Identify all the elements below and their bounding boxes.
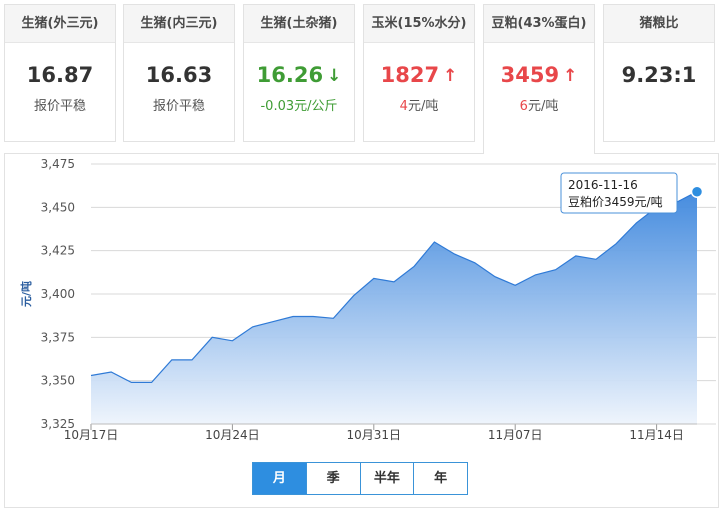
card-title: 玉米(15%水分) — [364, 5, 474, 43]
y-tick-label: 3,375 — [41, 330, 75, 344]
area-chart: 3,3253,3503,3753,4003,4253,4503,475元/吨10… — [19, 157, 716, 442]
arrow-up-icon: ↑ — [443, 66, 458, 86]
price-card-3[interactable]: 玉米(15%水分) 1827 ↑ 4元/吨 — [363, 4, 475, 142]
price-card-1[interactable]: 生猪(内三元) 16.63 报价平稳 — [123, 4, 235, 142]
tab-1[interactable]: 季 — [307, 463, 361, 494]
card-price: 1827 ↑ — [364, 61, 474, 89]
card-price: 16.63 — [124, 61, 234, 89]
highlight-point[interactable] — [690, 185, 704, 198]
arrow-down-icon: ↓ — [327, 66, 342, 86]
card-change: -0.03元/公斤 — [260, 99, 338, 114]
card-change-value: 4 — [399, 99, 408, 114]
y-tick-label: 3,450 — [41, 200, 75, 214]
card-price-value: 9.23:1 — [621, 63, 697, 87]
x-tick-label: 11月14日 — [629, 428, 684, 442]
y-tick-label: 3,475 — [41, 157, 75, 171]
card-title: 猪粮比 — [604, 5, 714, 43]
card-change: 报价平稳 — [152, 99, 205, 114]
arrow-up-icon: ↑ — [563, 66, 578, 86]
card-price: 3459 ↑ — [484, 61, 594, 89]
price-card-0[interactable]: 生猪(外三元) 16.87 报价平稳 — [4, 4, 116, 142]
y-tick-label: 3,350 — [41, 374, 75, 388]
period-tabs: 月季半年年 — [252, 462, 468, 495]
card-price-value: 3459 — [500, 63, 560, 87]
y-tick-label: 3,425 — [41, 244, 75, 258]
x-tick-label: 10月24日 — [205, 428, 260, 442]
card-change: 4元/吨 — [364, 95, 474, 114]
card-price: 9.23:1 — [604, 61, 714, 89]
card-price-value: 16.26 — [256, 63, 324, 87]
x-tick-label: 11月07日 — [488, 428, 543, 442]
card-change: 6元/吨 — [484, 95, 594, 114]
card-price: 16.87 — [5, 61, 115, 89]
card-title: 生猪(外三元) — [5, 5, 115, 43]
card-price-value: 16.63 — [145, 63, 213, 87]
tab-0[interactable]: 月 — [253, 463, 307, 494]
card-title: 豆粕(43%蛋白) — [484, 5, 594, 43]
card-change-unit: 元/吨 — [527, 99, 559, 114]
card-price: 16.26 ↓ — [244, 61, 354, 89]
price-card-2[interactable]: 生猪(土杂猪) 16.26 ↓ -0.03元/公斤 — [243, 4, 355, 142]
card-change-value: 6 — [519, 99, 528, 114]
tooltip-value: 豆粕价3459元/吨 — [568, 194, 663, 209]
tab-3[interactable]: 年 — [414, 463, 467, 494]
series-area — [91, 191, 697, 424]
x-tick-label: 10月31日 — [347, 428, 402, 442]
price-card-5[interactable]: 猪粮比 9.23:1 — [603, 4, 715, 142]
price-chart: 3,325 3,350 3,375 3,400 3,425 3,450 3,475 元/吨 10… — [4, 153, 719, 508]
tooltip-date: 2016-11-16 — [568, 178, 638, 192]
card-title: 生猪(土杂猪) — [244, 5, 354, 43]
tab-2[interactable]: 半年 — [361, 463, 415, 494]
card-price-value: 1827 — [380, 63, 440, 87]
price-card-4[interactable]: 豆粕(43%蛋白) 3459 ↑ 6元/吨 — [483, 4, 595, 154]
card-price-value: 16.87 — [26, 63, 94, 87]
y-axis-label: 元/吨 — [19, 281, 33, 307]
card-change-unit: 元/吨 — [407, 99, 439, 114]
price-cards: 生猪(外三元) 16.87 报价平稳 生猪(内三元) 16.63 报价平稳 生猪(土杂猪) 1… — [4, 4, 719, 154]
x-tick-label: 10月17日 — [64, 428, 119, 442]
card-change: 报价平稳 — [33, 99, 86, 114]
tooltip: 2016-11-16 豆粕价3459元/吨 — [560, 172, 678, 214]
y-tick-label: 3,400 — [41, 287, 75, 301]
card-title: 生猪(内三元) — [124, 5, 234, 43]
